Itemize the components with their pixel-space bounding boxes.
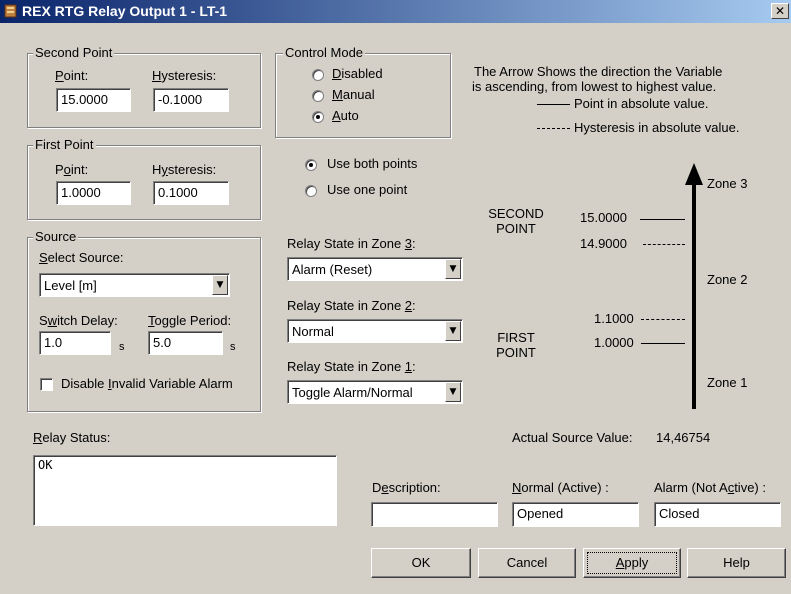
alarm-not-active-input[interactable]: Closed [654,502,781,527]
title-bar: REX RTG Relay Output 1 - LT-1 ✕ [0,0,791,23]
first-point-legend: First Point [33,137,96,152]
relay-status-box[interactable]: OK [33,455,337,526]
first-point-caption: FIRST POINT [496,330,536,360]
disable-invalid-alarm-checkbox[interactable] [40,378,53,391]
control-mode-disabled-radio[interactable] [312,69,324,81]
apply-button[interactable]: Apply [583,548,681,578]
source-select[interactable]: Level [m] ▼ [39,273,230,297]
switch-delay-label: Switch Delay: [39,313,118,328]
app-icon [4,4,17,18]
first-hyst-dashed-line [641,319,685,320]
window-title: REX RTG Relay Output 1 - LT-1 [22,3,228,19]
legend-solid-line [537,104,570,105]
second-point-solid-line [640,219,685,220]
normal-active-input[interactable]: Opened [512,502,639,527]
alarm-not-active-label: Alarm (Not Active) : [654,480,766,495]
diagram-note-line1: The Arrow Shows the direction the Variab… [474,64,723,79]
first-point-hysteresis-label: Hysteresis: [152,162,217,177]
first-point-solid-line [641,343,685,344]
use-one-point-label[interactable]: Use one point [327,182,407,197]
toggle-period-unit: s [230,341,236,353]
source-select-value: Level [m] [44,278,97,293]
disable-invalid-alarm-label[interactable]: Disable Invalid Variable Alarm [61,376,233,391]
description-label: Description: [372,480,441,495]
chevron-down-icon[interactable]: ▼ [212,275,228,295]
legend-solid-label: Point in absolute value. [574,96,709,111]
ok-button[interactable]: OK [371,548,471,578]
zone3-label: Zone 3 [707,176,748,191]
second-hysteresis-input[interactable]: -0.1000 [153,88,229,112]
chevron-down-icon[interactable]: ▼ [445,382,461,402]
first-point-point-label: Point: [55,162,89,177]
actual-source-value: 14,46754 [656,430,711,445]
relay-status-label: Relay Status: [33,430,111,445]
relay-zone3-select[interactable]: Alarm (Reset) ▼ [287,257,463,281]
first-hysteresis-input[interactable]: 0.1000 [153,181,229,205]
normal-active-label: Normal (Active) : [512,480,609,495]
second-point-value: 15.0000 [580,210,627,225]
second-hyst-dashed-line [643,244,685,245]
second-hyst-value: 14.9000 [580,236,627,251]
zone2-label: Zone 2 [707,272,748,287]
source-legend: Source [33,229,79,244]
second-point-point-label: Point: [55,68,89,83]
first-point-input[interactable]: 1.0000 [56,181,131,205]
switch-delay-unit: s [119,341,125,353]
chevron-down-icon[interactable]: ▼ [445,259,461,279]
cancel-button[interactable]: Cancel [478,548,576,578]
relay-zone3-value: Alarm (Reset) [292,262,373,277]
switch-delay-input[interactable]: 1.0 [39,331,111,355]
relay-zone1-select[interactable]: Toggle Alarm/Normal ▼ [287,380,463,404]
control-mode-legend: Control Mode [283,45,366,60]
use-both-points-label[interactable]: Use both points [327,156,417,171]
description-input[interactable] [371,502,498,527]
select-source-label: Select Source: [39,250,124,265]
second-point-hysteresis-label: Hysteresis: [152,68,217,83]
help-button[interactable]: Help [687,548,786,578]
toggle-period-label: Toggle Period: [148,313,232,328]
control-mode-manual-label[interactable]: Manual [332,87,375,102]
second-point-caption: SECOND POINT [488,206,544,236]
legend-dashed-line [537,128,570,129]
control-mode-auto-label[interactable]: Auto [332,108,359,123]
control-mode-manual-radio[interactable] [312,90,324,102]
legend-dashed-label: Hysteresis in absolute value. [574,120,740,135]
use-both-points-radio[interactable] [305,159,317,171]
relay-zone2-label: Relay State in Zone 2: [287,298,416,313]
control-mode-auto-radio[interactable] [312,111,324,123]
second-point-legend: Second Point [33,45,115,60]
use-one-point-radio[interactable] [305,185,317,197]
relay-status-value: OK [38,458,53,472]
relay-zone1-label: Relay State in Zone 1: [287,359,416,374]
second-point-input[interactable]: 15.0000 [56,88,131,112]
relay-zone3-label: Relay State in Zone 3: [287,236,416,251]
relay-zone2-value: Normal [292,324,334,339]
relay-zone1-value: Toggle Alarm/Normal [292,385,413,400]
actual-source-label: Actual Source Value: [512,430,633,445]
zone1-label: Zone 1 [707,375,748,390]
direction-arrow-icon [685,163,703,409]
toggle-period-input[interactable]: 5.0 [148,331,223,355]
control-mode-disabled-label[interactable]: Disabled [332,66,383,81]
diagram-note-line2: is ascending, from lowest to highest val… [472,79,717,94]
first-point-value: 1.0000 [594,335,634,350]
chevron-down-icon[interactable]: ▼ [445,321,461,341]
close-button[interactable]: ✕ [771,3,789,19]
first-hyst-value: 1.1000 [594,311,634,326]
relay-zone2-select[interactable]: Normal ▼ [287,319,463,343]
close-icon: ✕ [774,4,786,18]
